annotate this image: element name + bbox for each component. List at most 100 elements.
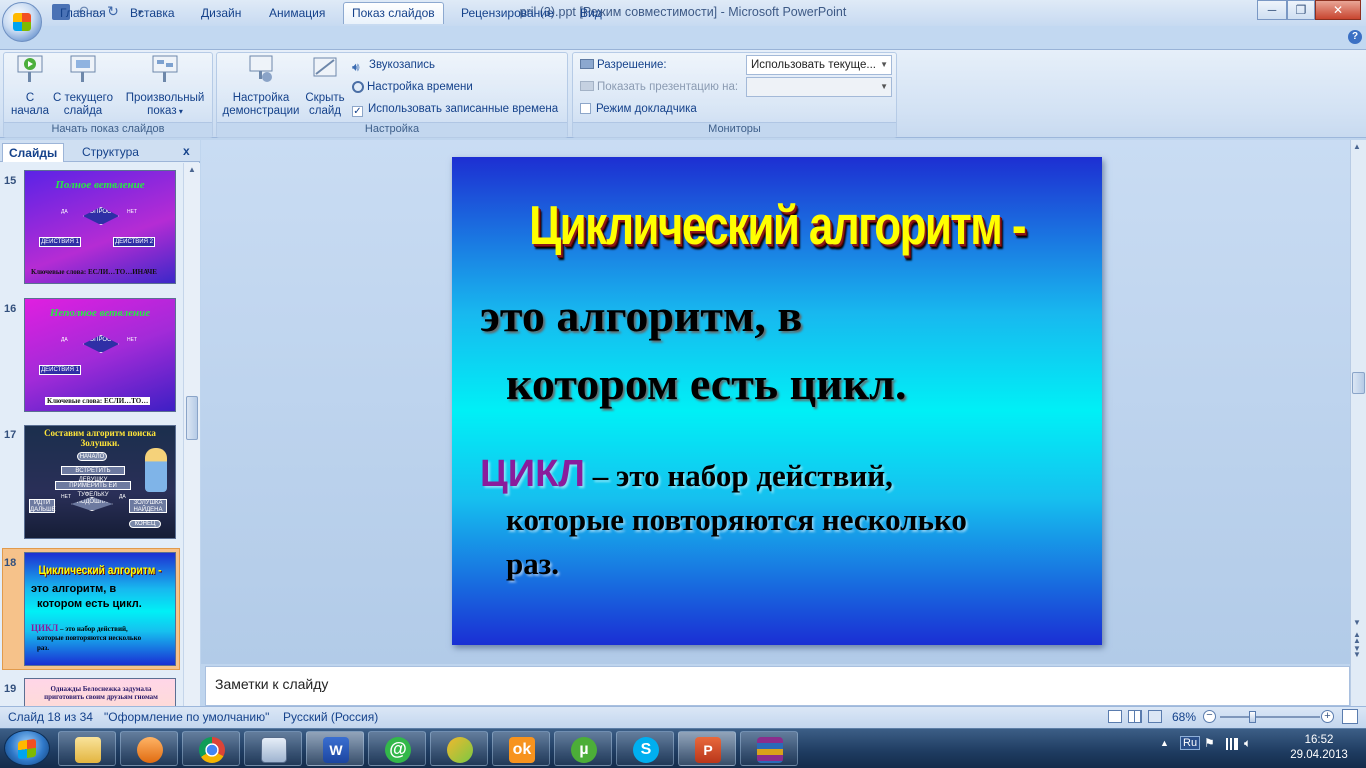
odnoklassniki-icon: ok xyxy=(509,737,535,763)
tab-view[interactable]: Вид xyxy=(572,5,610,23)
thumb-box: НАЧАЛО xyxy=(77,452,107,461)
action-center-flag-icon[interactable]: ⚑ xyxy=(1204,736,1215,750)
slide-sorter-icon[interactable] xyxy=(1128,710,1142,723)
fit-to-window-icon[interactable] xyxy=(1342,709,1358,724)
definition-line-2: которые повторяются несколько xyxy=(506,502,967,537)
scroll-thumb[interactable] xyxy=(186,396,198,440)
office-logo-icon xyxy=(13,13,31,31)
scroll-up-icon[interactable]: ▲ xyxy=(1353,142,1361,151)
presenter-view-label: Режим докладчика xyxy=(596,103,697,115)
tab-slides[interactable]: Слайды xyxy=(2,143,65,162)
close-button[interactable]: ✕ xyxy=(1315,0,1361,20)
taskbar-media-player[interactable] xyxy=(120,731,178,766)
tab-outline[interactable]: Структура xyxy=(76,143,145,162)
resolution-select[interactable]: Использовать текуще... ▼ xyxy=(746,55,892,75)
from-start-label: С начала xyxy=(11,92,49,117)
slide-thumb-18[interactable]: Циклический алгоритм - это алгоритм, в к… xyxy=(24,552,176,666)
slide-thumb-16[interactable]: Неполное ветвление ВОПРОС ? ДА НЕТ ДЕЙСТ… xyxy=(24,298,176,412)
volume-icon[interactable]: 🔈︎ xyxy=(1244,736,1251,751)
close-pane-icon[interactable]: x xyxy=(183,144,190,158)
thumb-box: ЗОЛУШКА НАЙДЕНА xyxy=(129,499,167,513)
skype-icon: S xyxy=(633,737,659,763)
zoom-in-icon[interactable]: + xyxy=(1321,710,1334,723)
from-current-button[interactable]: С текущего слайда xyxy=(52,54,114,118)
taskbar-odnoklassniki[interactable]: ok xyxy=(492,731,550,766)
use-timings-checkbox[interactable]: ✓ Использовать записанные времена xyxy=(352,100,558,118)
next-slide-icon[interactable]: ▼ ▼ xyxy=(1353,645,1361,659)
taskbar-calculator[interactable] xyxy=(244,731,302,766)
presenter-view-checkbox[interactable]: Режим докладчика xyxy=(580,100,697,118)
language[interactable]: Русский (Россия) xyxy=(283,710,378,724)
slide-thumb-19[interactable]: Однажды Белоснежка задумала приготовить … xyxy=(24,678,176,706)
show-on-select[interactable]: ▼ xyxy=(746,77,892,97)
thumb-footer: Ключевые слова: ЕСЛИ…ТО…ИНАЧЕ xyxy=(31,268,157,276)
zoom-slider-handle[interactable] xyxy=(1249,711,1257,723)
taskbar-word[interactable]: W xyxy=(306,731,364,766)
slide-thumb-17[interactable]: Составим алгоритм поиска Золушки. НАЧАЛО… xyxy=(24,425,176,539)
taskbar-mail-agent[interactable]: @ xyxy=(368,731,426,766)
from-current-label: С текущего слайда xyxy=(52,92,113,117)
normal-view-icon[interactable] xyxy=(1108,710,1122,723)
network-icon[interactable] xyxy=(1224,738,1238,750)
theme-name[interactable]: "Оформление по умолчанию" xyxy=(104,710,269,724)
windows-logo-icon xyxy=(18,738,36,760)
slideshow-view-icon[interactable] xyxy=(1148,710,1162,723)
slide-definition[interactable]: ЦИКЛ – это набор действий, которые повто… xyxy=(480,452,1090,586)
slide-title[interactable]: Циклический алгоритм - xyxy=(517,193,1037,257)
taskbar-skype[interactable]: S xyxy=(616,731,674,766)
thumb-box: ИДТИ ДАЛЬШЕ xyxy=(29,499,56,513)
slide-line-2[interactable]: котором есть цикл. xyxy=(506,357,906,410)
tab-insert[interactable]: Вставка xyxy=(122,5,183,23)
thumb-yes: ДА xyxy=(119,494,126,500)
taskbar-chrome[interactable] xyxy=(182,731,240,766)
checkbox-checked-icon: ✓ xyxy=(352,106,363,117)
thumb-yes: ДА xyxy=(61,337,68,343)
scroll-up-icon[interactable]: ▲ xyxy=(186,165,198,177)
tab-slideshow[interactable]: Показ слайдов xyxy=(343,2,444,24)
resolution-value: Использовать текуще... xyxy=(751,59,876,71)
start-button[interactable] xyxy=(4,730,50,766)
office-button[interactable] xyxy=(2,2,42,42)
language-indicator[interactable]: Ru xyxy=(1180,736,1201,750)
from-start-button[interactable]: С начала xyxy=(8,54,52,118)
tray-clock[interactable]: 16:52 29.04.2013 xyxy=(1282,733,1356,763)
prev-slide-icon[interactable]: ▲ ▲ xyxy=(1353,631,1361,645)
tab-home[interactable]: Главная xyxy=(52,5,114,23)
show-hidden-icons[interactable]: ▲ xyxy=(1160,738,1169,748)
calculator-icon xyxy=(261,737,287,763)
scroll-down-icon[interactable]: ▼ xyxy=(1353,618,1361,627)
resolution-text: Разрешение: xyxy=(597,59,667,71)
ribbon-tabs xyxy=(0,26,1366,50)
help-icon[interactable]: ? xyxy=(1348,30,1362,44)
zoom-out-icon[interactable]: − xyxy=(1203,710,1216,723)
rehearse-timings-button[interactable]: Настройка времени xyxy=(352,78,473,96)
taskbar-utorrent[interactable]: µ xyxy=(554,731,612,766)
tab-design[interactable]: Дизайн xyxy=(193,5,249,23)
tab-review[interactable]: Рецензирование xyxy=(453,5,562,23)
hide-slide-button[interactable]: Скрыть слайд xyxy=(302,54,348,118)
record-narration-button[interactable]: 🔊︎ Звукозапись xyxy=(352,56,435,74)
taskbar-app-green[interactable] xyxy=(430,731,488,766)
taskbar-explorer[interactable] xyxy=(58,731,116,766)
thumbnail-scrollbar[interactable]: ▲ xyxy=(183,163,200,706)
scroll-thumb[interactable] xyxy=(1352,372,1365,394)
slide-line-1[interactable]: это алгоритм, в xyxy=(480,289,802,342)
thumb-yes: ДА xyxy=(61,209,68,215)
tab-animation[interactable]: Анимация xyxy=(261,5,333,23)
zoom-level[interactable]: 68% xyxy=(1172,710,1196,724)
slide-thumb-15[interactable]: Полное ветвление ВОПРОС ? ДА НЕТ ДЕЙСТВИ… xyxy=(24,170,176,284)
current-slide[interactable]: Циклический алгоритм - это алгоритм, в к… xyxy=(452,157,1102,645)
maximize-button[interactable]: ❐ xyxy=(1287,0,1315,20)
custom-show-button[interactable]: Произвольный показ ▾ xyxy=(120,54,210,118)
thumb-no: НЕТ xyxy=(127,337,137,343)
slide-scrollbar[interactable]: ▲ ▼ ▲ ▲ ▼ ▼ xyxy=(1350,140,1366,706)
clock-icon xyxy=(352,81,364,93)
taskbar-winrar[interactable] xyxy=(740,731,798,766)
setup-show-button[interactable]: Настройка демонстрации xyxy=(220,54,302,118)
media-player-icon xyxy=(137,737,163,763)
notes-pane[interactable]: Заметки к слайду xyxy=(205,666,1350,706)
slide-number: 17 xyxy=(4,429,17,441)
taskbar-powerpoint[interactable]: P xyxy=(678,731,736,766)
minimize-button[interactable]: ─ xyxy=(1257,0,1287,20)
zoom-slider[interactable] xyxy=(1220,716,1320,718)
